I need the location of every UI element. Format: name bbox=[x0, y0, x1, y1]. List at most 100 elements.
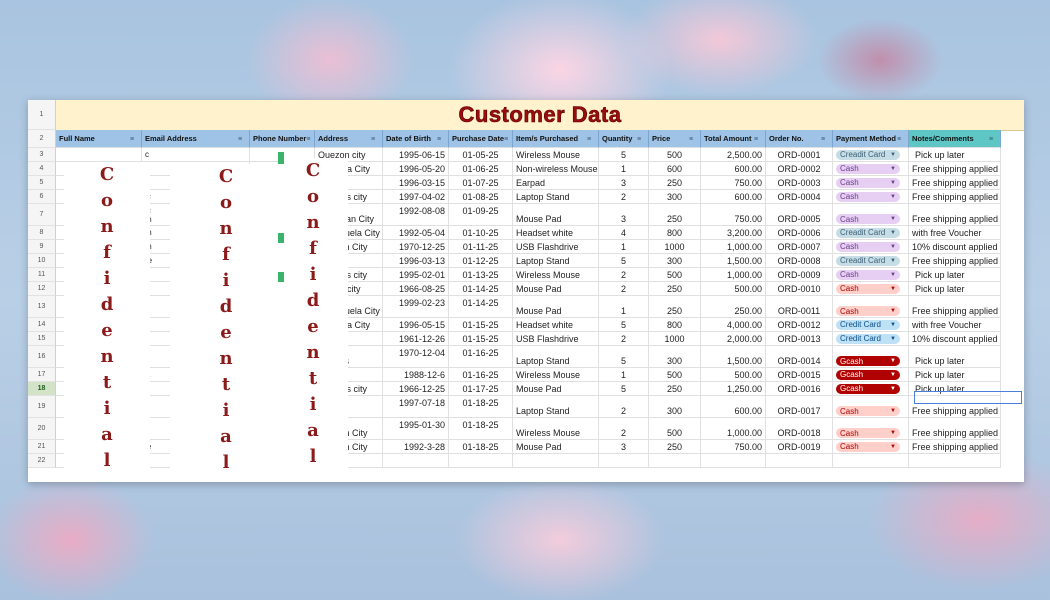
cell-payment[interactable]: Cash ▼ bbox=[833, 396, 909, 418]
cell-total[interactable]: 1,000.00 bbox=[701, 240, 766, 254]
cell-qty[interactable]: 1 bbox=[599, 296, 649, 318]
cell-price[interactable]: 500 bbox=[649, 268, 701, 282]
column-header[interactable]: Item/s Purchased ≡ bbox=[513, 130, 599, 148]
cell-purchase[interactable]: 01-18-25 bbox=[449, 396, 513, 418]
payment-method-chip[interactable]: Credit Card ▼ bbox=[836, 333, 900, 344]
cell-dob[interactable]: 1961-12-26 bbox=[383, 332, 449, 346]
cell-notes[interactable]: 10% discount applied bbox=[909, 332, 1001, 346]
cell-purchase[interactable]: 01-16-25 bbox=[449, 346, 513, 368]
payment-method-chip[interactable]: Cash ▼ bbox=[836, 241, 900, 252]
filter-icon[interactable]: ≡ bbox=[130, 136, 138, 143]
cell-notes[interactable]: Free shipping applied bbox=[909, 254, 1001, 268]
payment-method-chip[interactable]: Cash ▼ bbox=[836, 441, 900, 452]
cell-notes[interactable]: Pick up later bbox=[909, 282, 1001, 296]
column-header[interactable]: Purchase Date ≡ bbox=[449, 130, 513, 148]
cell-item[interactable]: Wireless Mouse bbox=[513, 368, 599, 382]
cell-item[interactable]: Earpad bbox=[513, 176, 599, 190]
cell-order[interactable]: ORD-0010 bbox=[766, 282, 833, 296]
cell-payment[interactable]: Cash ▼ bbox=[833, 240, 909, 254]
cell-dob[interactable]: 1970-12-04 bbox=[383, 346, 449, 368]
dropdown-arrow-icon[interactable]: ▼ bbox=[890, 408, 896, 414]
cell-purchase[interactable]: 01-18-25 bbox=[449, 418, 513, 440]
row-number[interactable]: 1 bbox=[28, 100, 56, 130]
table-row[interactable]: 3 c Quezon city 1995-06-15 01-05-25 Wireless … bbox=[28, 148, 1024, 162]
cell-order[interactable]: ORD-0012 bbox=[766, 318, 833, 332]
empty-cell[interactable] bbox=[909, 454, 1001, 468]
cell-price[interactable]: 250 bbox=[649, 204, 701, 226]
cell-item[interactable]: Mouse Pad bbox=[513, 204, 599, 226]
row-number[interactable]: 21 bbox=[28, 440, 56, 454]
dropdown-arrow-icon[interactable]: ▼ bbox=[890, 216, 896, 222]
cell-payment[interactable]: Cash ▼ bbox=[833, 296, 909, 318]
cell-price[interactable]: 800 bbox=[649, 318, 701, 332]
cell-notes[interactable]: with free Voucher bbox=[909, 226, 1001, 240]
cell-payment[interactable]: Creadit Card ▼ bbox=[833, 148, 909, 162]
cell-purchase[interactable]: 01-15-25 bbox=[449, 332, 513, 346]
cell-order[interactable]: ORD-0017 bbox=[766, 396, 833, 418]
row-number[interactable]: 9 bbox=[28, 240, 56, 254]
row-number[interactable]: 22 bbox=[28, 454, 56, 468]
cell-qty[interactable]: 3 bbox=[599, 176, 649, 190]
filter-icon[interactable]: ≡ bbox=[821, 136, 829, 143]
column-header[interactable]: Price ≡ bbox=[649, 130, 701, 148]
cell-qty[interactable]: 5 bbox=[599, 148, 649, 162]
empty-cell[interactable] bbox=[701, 454, 766, 468]
cell-order[interactable]: ORD-0011 bbox=[766, 296, 833, 318]
cell-payment[interactable]: Creadit Card ▼ bbox=[833, 226, 909, 240]
cell-price[interactable]: 250 bbox=[649, 296, 701, 318]
cell-payment[interactable]: Cash ▼ bbox=[833, 418, 909, 440]
row-number[interactable]: 11 bbox=[28, 268, 56, 282]
cell-purchase[interactable]: 01-12-25 bbox=[449, 254, 513, 268]
row-number[interactable]: 7 bbox=[28, 204, 56, 226]
cell-total[interactable]: 250.00 bbox=[701, 296, 766, 318]
cell-purchase[interactable]: 01-08-25 bbox=[449, 190, 513, 204]
dropdown-arrow-icon[interactable]: ▼ bbox=[890, 194, 896, 200]
dropdown-arrow-icon[interactable]: ▼ bbox=[890, 322, 896, 328]
row-number[interactable]: 13 bbox=[28, 296, 56, 318]
filter-icon[interactable]: ≡ bbox=[437, 136, 445, 143]
cell-total[interactable]: 2,000.00 bbox=[701, 332, 766, 346]
cell-qty[interactable]: 5 bbox=[599, 318, 649, 332]
dropdown-arrow-icon[interactable]: ▼ bbox=[890, 166, 896, 172]
row-number[interactable]: 15 bbox=[28, 332, 56, 346]
cell-payment[interactable]: Cash ▼ bbox=[833, 440, 909, 454]
row-number[interactable]: 19 bbox=[28, 396, 56, 418]
payment-method-chip[interactable]: Cash ▼ bbox=[836, 177, 900, 188]
cell-dob[interactable]: 1992-05-04 bbox=[383, 226, 449, 240]
cell-item[interactable]: Mouse Pad bbox=[513, 382, 599, 396]
cell-payment[interactable]: Cash ▼ bbox=[833, 176, 909, 190]
column-header[interactable]: Full Name ≡ bbox=[56, 130, 142, 148]
cell-qty[interactable]: 2 bbox=[599, 282, 649, 296]
cell-dob[interactable]: 1995-06-15 bbox=[383, 148, 449, 162]
column-header[interactable]: Payment Method ≡ bbox=[833, 130, 909, 148]
filter-icon[interactable]: ≡ bbox=[897, 136, 905, 143]
cell-total[interactable]: 500.00 bbox=[701, 368, 766, 382]
cell-dob[interactable]: 1966-08-25 bbox=[383, 282, 449, 296]
cell-total[interactable]: 750.00 bbox=[701, 204, 766, 226]
payment-method-chip[interactable]: Cash ▼ bbox=[836, 406, 900, 416]
column-header[interactable]: Date of Birth ≡ bbox=[383, 130, 449, 148]
cell-price[interactable]: 250 bbox=[649, 382, 701, 396]
cell-total[interactable]: 600.00 bbox=[701, 396, 766, 418]
column-header[interactable]: Notes/Comments ≡ bbox=[909, 130, 1001, 148]
cell-dob[interactable]: 1966-12-25 bbox=[383, 382, 449, 396]
cell-price[interactable]: 500 bbox=[649, 148, 701, 162]
cell-total[interactable]: 3,200.00 bbox=[701, 226, 766, 240]
cell-item[interactable]: Laptop Stand bbox=[513, 346, 599, 368]
cell-notes[interactable]: 10% discount applied bbox=[909, 240, 1001, 254]
dropdown-arrow-icon[interactable]: ▼ bbox=[890, 230, 896, 236]
cell-purchase[interactable]: 01-05-25 bbox=[449, 148, 513, 162]
cell-qty[interactable]: 2 bbox=[599, 396, 649, 418]
empty-cell[interactable] bbox=[833, 454, 909, 468]
cell-dob[interactable]: 1995-02-01 bbox=[383, 268, 449, 282]
cell-total[interactable]: 750.00 bbox=[701, 440, 766, 454]
row-number[interactable]: 12 bbox=[28, 282, 56, 296]
dropdown-arrow-icon[interactable]: ▼ bbox=[890, 286, 896, 292]
dropdown-arrow-icon[interactable]: ▼ bbox=[890, 152, 896, 158]
cell-price[interactable]: 250 bbox=[649, 440, 701, 454]
cell-price[interactable]: 800 bbox=[649, 226, 701, 240]
cell-item[interactable]: Non-wireless Mouse bbox=[513, 162, 599, 176]
cell-order[interactable]: ORD-0008 bbox=[766, 254, 833, 268]
cell-notes[interactable]: Free shipping applied bbox=[909, 190, 1001, 204]
row-number[interactable]: 4 bbox=[28, 162, 56, 176]
